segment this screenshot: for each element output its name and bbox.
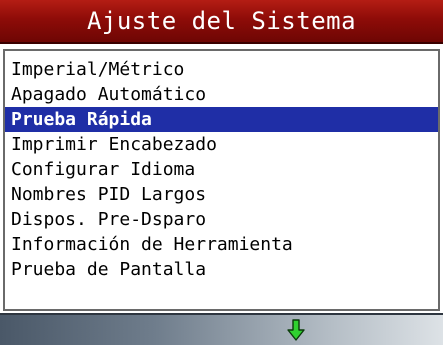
menu-item-long-pid-names[interactable]: Nombres PID Largos	[5, 182, 438, 207]
menu-item-display-test[interactable]: Prueba de Pantalla	[5, 257, 438, 282]
status-bar	[0, 313, 443, 345]
menu-item-tool-info[interactable]: Información de Herramienta	[5, 232, 438, 257]
menu-item-auto-power-off[interactable]: Apagado Automático	[5, 82, 438, 107]
scan-tool-screen: Ajuste del Sistema Imperial/Métrico Apag…	[0, 0, 443, 345]
menu-item-language[interactable]: Configurar Idioma	[5, 157, 438, 182]
menu-list: Imperial/Métrico Apagado Automático Prue…	[5, 57, 438, 282]
screen-title: Ajuste del Sistema	[86, 7, 357, 35]
menu-panel: Imperial/Métrico Apagado Automático Prue…	[3, 49, 440, 311]
scroll-down-arrow-icon	[287, 319, 305, 341]
menu-item-imperial-metric[interactable]: Imperial/Métrico	[5, 57, 438, 82]
menu-item-pre-trigger[interactable]: Dispos. Pre-Dsparo	[5, 207, 438, 232]
menu-item-print-header[interactable]: Imprimir Encabezado	[5, 132, 438, 157]
menu-item-quick-test[interactable]: Prueba Rápida	[5, 107, 438, 132]
title-bar: Ajuste del Sistema	[0, 0, 443, 44]
